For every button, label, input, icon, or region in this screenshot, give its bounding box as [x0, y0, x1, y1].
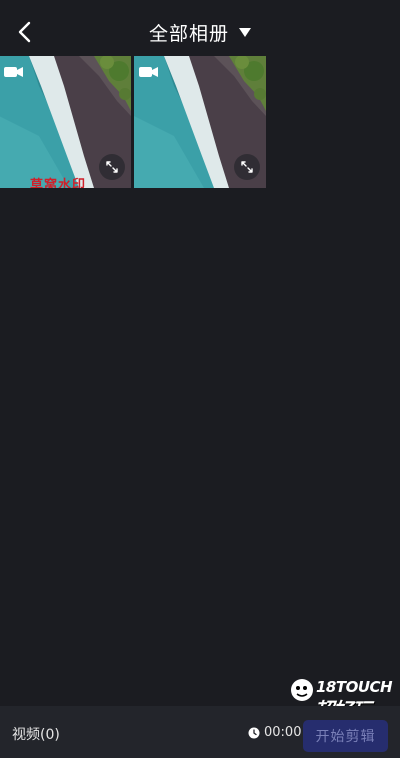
media-grid: 草窝水印: [0, 56, 266, 188]
selected-video-count: 视频(0): [12, 727, 60, 743]
triangle-down-icon: [239, 27, 251, 37]
video-camera-icon: [4, 67, 23, 77]
top-bar: 全部相册: [0, 0, 400, 56]
bottom-bar: 视频(0) 00:00 开始剪辑: [0, 706, 400, 758]
total-duration: 00:00: [248, 725, 301, 740]
expand-button[interactable]: [234, 154, 260, 180]
expand-icon: [106, 161, 118, 173]
video-camera-icon: [139, 67, 158, 77]
start-editing-button[interactable]: 开始剪辑: [303, 720, 388, 752]
expand-button[interactable]: [99, 154, 125, 180]
expand-icon: [241, 161, 253, 173]
album-selector[interactable]: 全部相册: [0, 18, 400, 46]
media-thumbnail[interactable]: 草窝水印: [0, 56, 131, 188]
media-thumbnail[interactable]: [134, 56, 266, 188]
duration-value: 00:00: [264, 725, 302, 740]
cartoon-face-icon: [291, 679, 313, 701]
clock-icon: [248, 727, 260, 738]
album-title: 全部相册: [148, 22, 229, 45]
thumbnail-watermark-text: 草窝水印: [30, 178, 87, 188]
